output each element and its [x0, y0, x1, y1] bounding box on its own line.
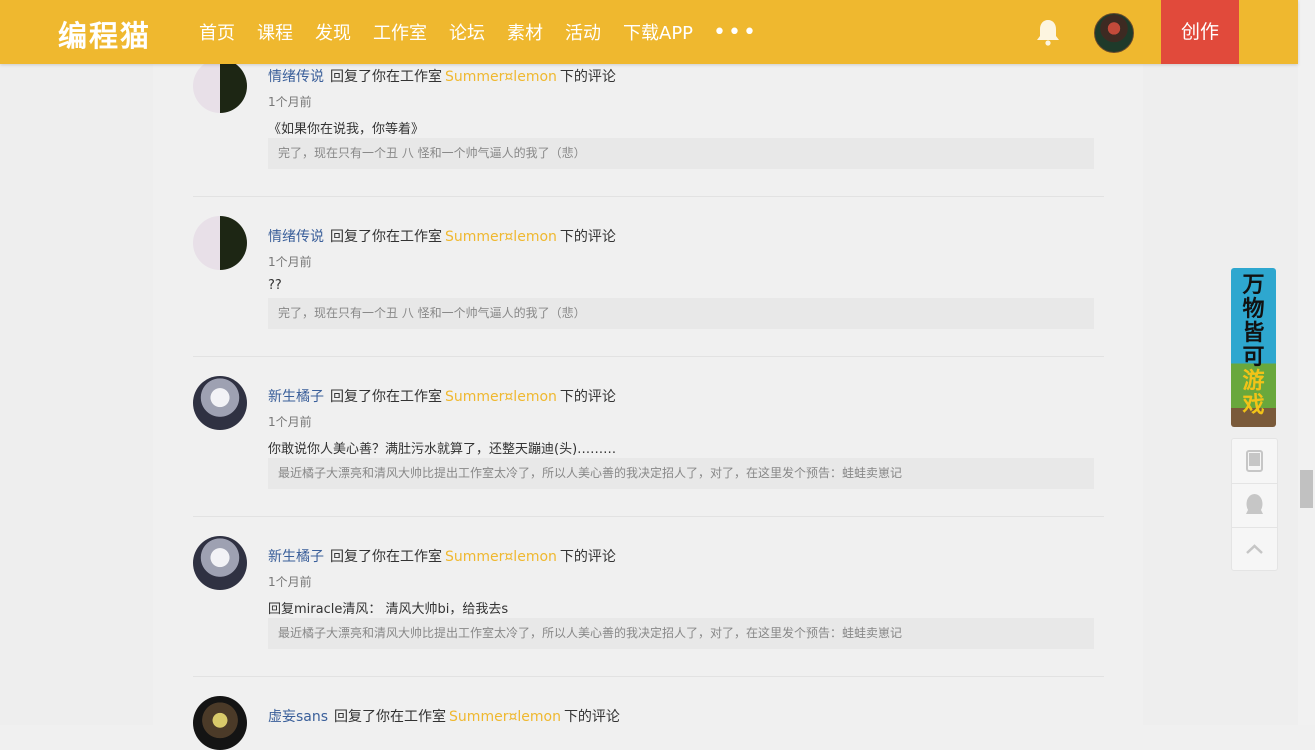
- bell-icon[interactable]: [1036, 18, 1060, 46]
- studio-link[interactable]: Summer¤lemon: [445, 389, 557, 405]
- side-toolbar: [1231, 438, 1278, 571]
- comment-action-text: 回复了你在工作室: [334, 709, 447, 725]
- comment-suffix: 下的评论: [563, 709, 620, 725]
- quoted-comment[interactable]: 最近橘子大漂亮和清风大帅比提出工作室太冷了，所以人美心善的我决定招人了，对了，在…: [268, 618, 1094, 649]
- ad-char: 万: [1242, 273, 1265, 298]
- ad-char: 皆: [1242, 321, 1265, 346]
- more-menu-icon[interactable]: •••: [713, 20, 758, 45]
- nav-studio[interactable]: 工作室: [373, 19, 427, 45]
- nav-download-app[interactable]: 下载APP: [623, 19, 693, 45]
- page-scrollbar[interactable]: [1298, 0, 1315, 725]
- comment-time: 1个月前: [268, 575, 312, 589]
- comment-body: ??: [268, 278, 282, 293]
- comment-body: 回复miracle清风： 清风大帅bi，给我去s: [268, 602, 509, 617]
- comment-item: 新生橘子 回复了你在工作室 Summer¤lemon 下的评论 1个月前 你敢说你人美…: [193, 376, 1104, 517]
- nav-courses[interactable]: 课程: [257, 19, 293, 45]
- comment-item: 情绪传说 回复了你在工作室 Summer¤lemon 下的评论 1个月前 《如果你在说…: [193, 56, 1104, 197]
- comment-action-text: 回复了你在工作室: [330, 389, 442, 405]
- main-nav: 首页 课程 发现 工作室 论坛 素材 活动 下载APP •••: [199, 0, 758, 64]
- quoted-comment[interactable]: 完了，现在只有一个丑 八 怪和一个帅气逼人的我了（悲）: [268, 298, 1094, 329]
- user-avatar[interactable]: [193, 536, 247, 590]
- nav-forum[interactable]: 论坛: [449, 19, 485, 45]
- comment-user-link[interactable]: 情绪传说: [268, 229, 324, 245]
- notification-list: 情绪传说 回复了你在工作室 Summer¤lemon 下的评论 1个月前 《如果你在说…: [153, 0, 1143, 750]
- qq-icon[interactable]: [1232, 483, 1277, 527]
- comment-time: 1个月前: [268, 415, 312, 429]
- comment-body: 你敢说你人美心善？满肚污水就算了，还整天蹦迪(头)………: [268, 442, 617, 457]
- comment-user-link[interactable]: 情绪传说: [268, 69, 324, 85]
- comment-suffix: 下的评论: [559, 69, 616, 85]
- studio-link[interactable]: Summer¤lemon: [449, 709, 561, 725]
- scrollbar-thumb[interactable]: [1300, 470, 1313, 508]
- comment-action-text: 回复了你在工作室: [330, 69, 442, 85]
- quoted-comment[interactable]: 最近橘子大漂亮和清风大帅比提出工作室太冷了，所以人美心善的我决定招人了，对了，在…: [268, 458, 1094, 489]
- comment-header: 新生橘子 回复了你在工作室 Summer¤lemon 下的评论: [268, 546, 616, 566]
- ad-char: 可: [1242, 345, 1265, 370]
- user-avatar-menu[interactable]: [1094, 13, 1134, 53]
- top-navigation-bar: 编程猫 首页 课程 发现 工作室 论坛 素材 活动 下载APP ••• 创作: [0, 0, 1298, 64]
- nav-discover[interactable]: 发现: [315, 19, 351, 45]
- comment-header: 情绪传说 回复了你在工作室 Summer¤lemon 下的评论: [268, 226, 616, 246]
- studio-link[interactable]: Summer¤lemon: [445, 229, 557, 245]
- quoted-comment[interactable]: 完了，现在只有一个丑 八 怪和一个帅气逼人的我了（悲）: [268, 138, 1094, 169]
- nav-events[interactable]: 活动: [565, 19, 601, 45]
- studio-link[interactable]: Summer¤lemon: [445, 69, 557, 85]
- nav-assets[interactable]: 素材: [507, 19, 543, 45]
- comment-suffix: 下的评论: [559, 229, 616, 245]
- comment-action-text: 回复了你在工作室: [330, 229, 442, 245]
- phone-icon[interactable]: [1232, 439, 1277, 482]
- comment-action-text: 回复了你在工作室: [330, 549, 442, 565]
- comment-header: 新生橘子 回复了你在工作室 Summer¤lemon 下的评论: [268, 386, 616, 406]
- comment-header: 情绪传说 回复了你在工作室 Summer¤lemon 下的评论: [268, 66, 616, 86]
- comment-suffix: 下的评论: [559, 389, 616, 405]
- studio-link[interactable]: Summer¤lemon: [445, 549, 557, 565]
- comment-header: 虚妄sans 回复了你在工作室 Summer¤lemon 下的评论: [268, 706, 620, 726]
- comment-body: 《如果你在说我，你等着》: [268, 122, 425, 137]
- game-ad-banner[interactable]: 万 物 皆 可 游 戏: [1231, 268, 1276, 427]
- ad-char: 游: [1242, 369, 1265, 394]
- comment-time: 1个月前: [268, 95, 312, 109]
- page-left-margin: [0, 0, 153, 725]
- comment-item: 虚妄sans 回复了你在工作室 Summer¤lemon 下的评论: [193, 696, 1104, 750]
- comment-user-link[interactable]: 新生橘子: [268, 389, 324, 405]
- user-avatar[interactable]: [193, 216, 247, 270]
- comment-item: 情绪传说 回复了你在工作室 Summer¤lemon 下的评论 1个月前 ?? 完了，…: [193, 216, 1104, 357]
- comment-time: 1个月前: [268, 255, 312, 269]
- site-logo[interactable]: 编程猫: [58, 13, 151, 55]
- user-avatar[interactable]: [193, 376, 247, 430]
- user-avatar[interactable]: [193, 59, 247, 113]
- comment-suffix: 下的评论: [559, 549, 616, 565]
- ad-char: 物: [1242, 297, 1265, 322]
- comment-user-link[interactable]: 新生橘子: [268, 549, 324, 565]
- back-to-top-icon[interactable]: [1232, 527, 1277, 571]
- user-avatar[interactable]: [193, 696, 247, 750]
- ad-text: 万 物 皆 可 游 戏: [1231, 274, 1276, 418]
- comment-user-link[interactable]: 虚妄sans: [268, 709, 328, 725]
- comment-item: 新生橘子 回复了你在工作室 Summer¤lemon 下的评论 1个月前 回复mira…: [193, 536, 1104, 677]
- create-button[interactable]: 创作: [1161, 0, 1239, 64]
- nav-home[interactable]: 首页: [199, 19, 235, 45]
- ad-char: 戏: [1242, 393, 1265, 418]
